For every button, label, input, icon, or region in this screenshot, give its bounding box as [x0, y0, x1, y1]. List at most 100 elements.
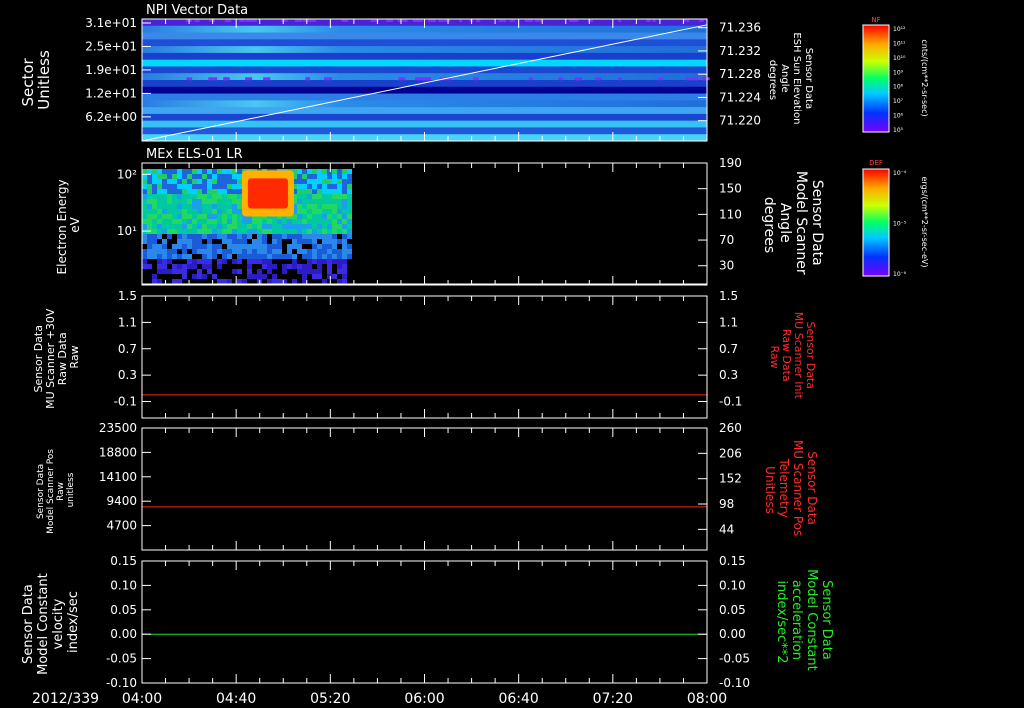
els-heatmap-cell: [157, 214, 162, 219]
els-heatmap-cell: [187, 254, 192, 259]
npi-heatmap-speckle: [306, 77, 311, 81]
els-heatmap-cell: [172, 209, 177, 214]
els-heatmap-cell: [187, 174, 192, 179]
els-heatmap-cell: [312, 214, 317, 219]
nf-colorbar-units: cnts/(cm**2-sr-sec): [920, 39, 929, 116]
els-heatmap-cell: [262, 234, 267, 239]
els-heatmap-cell: [322, 274, 327, 279]
els-heatmap-cell: [232, 244, 237, 249]
els-heatmap-cell: [212, 179, 217, 184]
els-heatmap-cell: [347, 259, 352, 264]
els-heatmap-cell: [317, 239, 322, 244]
npi-right-axis-tick-label: 71.232: [719, 44, 761, 58]
els-heatmap-cell: [142, 209, 147, 214]
els-heatmap-cell: [297, 249, 302, 254]
npi-left-axis-tick-label: 2.5e+01: [85, 39, 137, 53]
els-heatmap-cell: [217, 199, 222, 204]
els-heatmap-cell: [292, 229, 297, 234]
els-heatmap-cell: [197, 219, 202, 224]
els-heatmap-cell: [232, 219, 237, 224]
els-heatmap-cell: [247, 219, 252, 224]
els-heatmap-cell: [227, 204, 232, 209]
els-heatmap-cell: [197, 269, 202, 274]
els-heatmap-cell: [217, 224, 222, 229]
els-heatmap-cell: [297, 269, 302, 274]
els-heatmap-cell: [237, 234, 242, 239]
els-heatmap-cell: [177, 254, 182, 259]
els-heatmap-cell: [162, 184, 167, 189]
els-heatmap-cell: [192, 179, 197, 184]
els-heatmap-cell: [157, 229, 162, 234]
els-heatmap-cell: [167, 244, 172, 249]
els-heatmap-cell: [337, 169, 342, 174]
els-heatmap-cell: [162, 204, 167, 209]
els-heatmap-cell: [297, 199, 302, 204]
els-heatmap-cell: [292, 224, 297, 229]
els-heatmap-cell: [187, 244, 192, 249]
els-heatmap-cell: [312, 209, 317, 214]
model-constant-left-axis-title-line-4: index/sec: [66, 591, 81, 653]
els-heatmap-cell: [152, 259, 157, 264]
els-heatmap-cell: [242, 254, 247, 259]
els-heatmap-cell: [222, 224, 227, 229]
els-heatmap: [142, 169, 352, 284]
els-heatmap-cell: [222, 259, 227, 264]
els-heatmap-cell: [327, 279, 332, 284]
els-heatmap-cell: [297, 189, 302, 194]
els-heatmap-cell: [332, 199, 337, 204]
els-heatmap-cell: [297, 214, 302, 219]
els-heatmap-cell: [277, 229, 282, 234]
els-heatmap-cell: [222, 244, 227, 249]
els-heatmap-cell: [172, 199, 177, 204]
els-heatmap-cell: [297, 234, 302, 239]
els-heatmap-cell: [257, 269, 262, 274]
scanner-pos-right-axis-title-line-2: MU Scanner Pos: [791, 440, 805, 536]
els-heatmap-cell: [187, 234, 192, 239]
els-heatmap-cell: [172, 269, 177, 274]
model-constant-left-axis-title-line-1: Sensor Data: [21, 584, 36, 664]
els-heatmap-cell: [212, 249, 217, 254]
els-heatmap-cell: [222, 229, 227, 234]
els-heatmap-cell: [307, 199, 312, 204]
els-heatmap-cell: [327, 219, 332, 224]
els-heatmap-cell: [232, 209, 237, 214]
els-heatmap-cell: [297, 219, 302, 224]
els-heatmap-cell: [167, 269, 172, 274]
els-heatmap-cell: [302, 229, 307, 234]
els-heatmap-cell: [182, 179, 187, 184]
els-heatmap-cell: [187, 184, 192, 189]
els-heatmap-cell: [252, 269, 257, 274]
els-heatmap-cell: [262, 264, 267, 269]
els-heatmap-cell: [142, 179, 147, 184]
els-heatmap-cell: [267, 274, 272, 279]
model-constant-right-axis-tick-label: 0.05: [719, 603, 746, 617]
els-heatmap-cell: [322, 249, 327, 254]
els-heatmap-cell: [327, 189, 332, 194]
els-heatmap-cell: [202, 199, 207, 204]
els-heatmap-cell: [147, 264, 152, 269]
scanner-pos-left-axis: 23500 18800 14100 9400 4700: [99, 421, 151, 533]
els-heatmap-cell: [347, 229, 352, 234]
els-heatmap-cell: [292, 274, 297, 279]
els-heatmap-cell: [232, 184, 237, 189]
els-heatmap-cell: [197, 249, 202, 254]
els-heatmap-cell: [202, 229, 207, 234]
els-heatmap-cell: [152, 234, 157, 239]
els-heatmap-cell: [167, 279, 172, 284]
els-heatmap-cell: [237, 259, 242, 264]
els-heatmap-cell: [162, 214, 167, 219]
model-constant-left-axis-tick-label: 0.10: [110, 578, 137, 592]
els-heatmap-cell: [147, 249, 152, 254]
els-heatmap-cell: [167, 179, 172, 184]
els-heatmap-cell: [347, 279, 352, 284]
els-heatmap-cell: [197, 234, 202, 239]
els-heatmap-cell: [182, 209, 187, 214]
els-heatmap-cell: [247, 229, 252, 234]
els-heatmap-cell: [182, 254, 187, 259]
els-heatmap-cell: [182, 234, 187, 239]
els-heatmap-cell: [262, 249, 267, 254]
els-heatmap-cell: [342, 234, 347, 239]
els-heatmap-cell: [147, 254, 152, 259]
scanner-30v-left-axis-tick-label: 1.1: [118, 315, 137, 329]
els-heatmap-cell: [187, 179, 192, 184]
